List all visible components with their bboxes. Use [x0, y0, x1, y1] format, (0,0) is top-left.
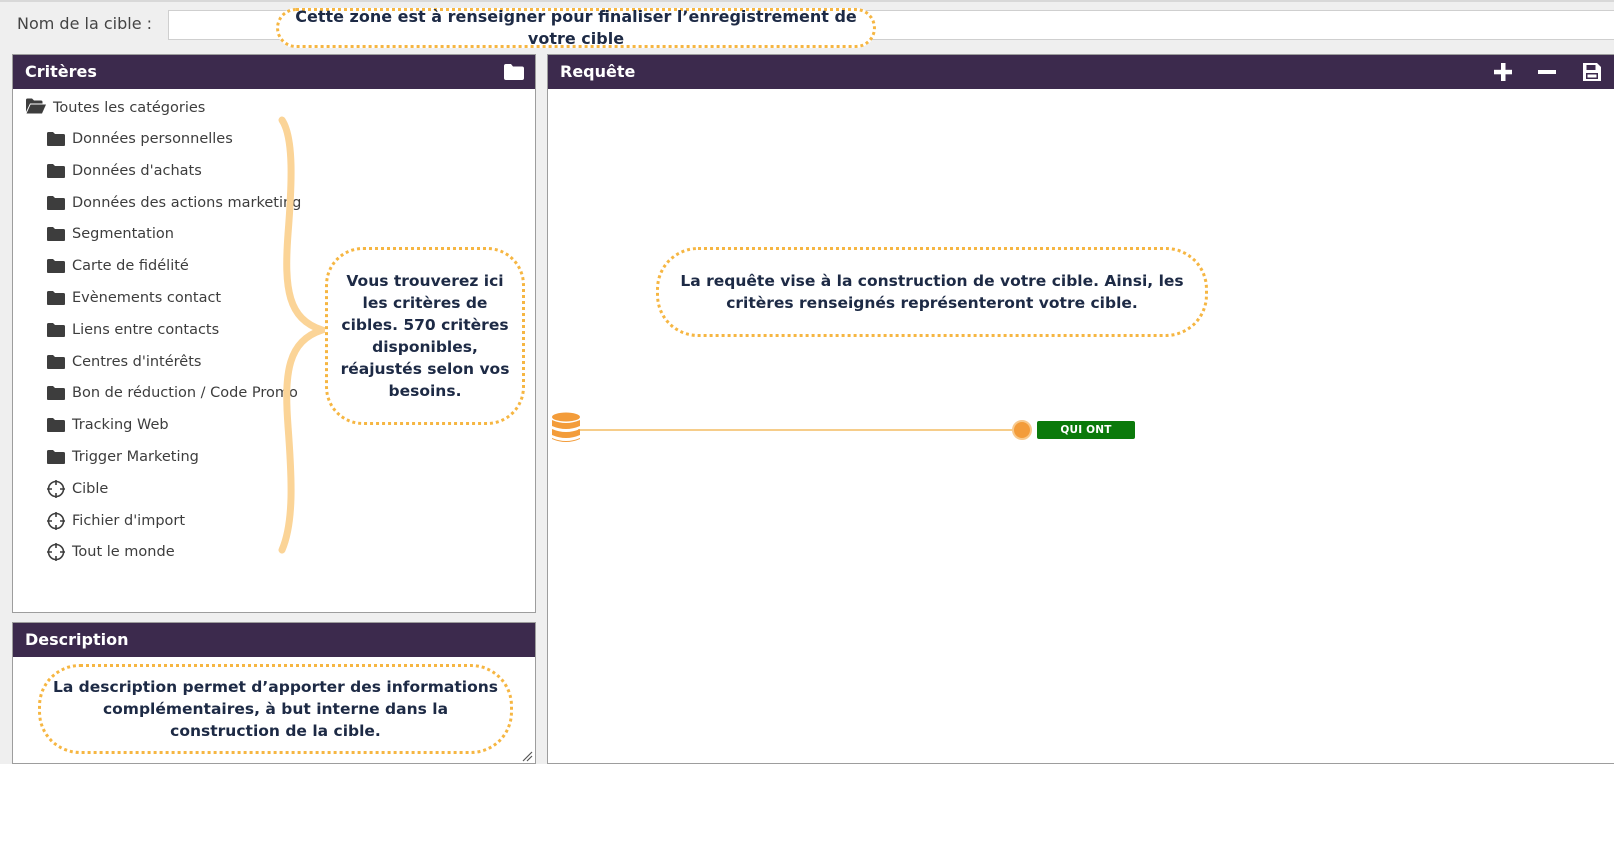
folder-icon [46, 354, 66, 370]
criteria-panel-header: Critères [13, 55, 535, 89]
remove-icon[interactable] [1536, 61, 1558, 87]
tree-item[interactable]: Données personnelles [46, 128, 233, 150]
qui-ont-badge[interactable]: QUI ONT [1037, 421, 1135, 439]
description-panel-title: Description [25, 630, 129, 649]
folder-icon [46, 385, 66, 401]
tree-item-label: Bon de réduction / Code Promo [72, 385, 298, 401]
tree-item-label: Données d'achats [72, 163, 202, 179]
query-panel-header: Requête [548, 55, 1614, 89]
tree-item-label: Centres d'intérêts [72, 354, 202, 370]
description-hint-callout: La description permet d’apporter des inf… [38, 664, 513, 754]
top-divider [0, 0, 1614, 2]
folder-icon [46, 258, 66, 274]
description-panel-header: Description [13, 623, 535, 657]
folder-icon [46, 449, 66, 465]
name-hint-callout: Cette zone est à renseigner pour finalis… [276, 7, 876, 48]
tree-item-label: Données des actions marketing [72, 195, 302, 211]
tree-item[interactable]: Données d'achats [46, 160, 202, 182]
tree-item[interactable]: Evènements contact [46, 287, 221, 309]
crosshair-icon [46, 479, 66, 499]
tree-item-label: Tracking Web [72, 417, 169, 433]
folder-icon [46, 163, 66, 179]
folder-icon [46, 226, 66, 242]
tree-item[interactable]: Fichier d'import [46, 510, 185, 532]
save-icon[interactable] [1581, 61, 1603, 87]
tree-item[interactable]: Centres d'intérêts [46, 351, 201, 373]
criteria-hint-callout: Vous trouverez ici les critères de cible… [325, 247, 525, 425]
folder-icon [46, 322, 66, 338]
folder-open-icon [25, 98, 47, 118]
tree-item[interactable]: Segmentation [46, 223, 174, 245]
folder-icon [46, 195, 66, 211]
tree-item-label: Fichier d'import [72, 513, 186, 529]
tree-item-label: Cible [72, 481, 109, 497]
tree-root-label: Toutes les catégories [53, 100, 206, 116]
tree-item[interactable]: Bon de réduction / Code Promo [46, 382, 298, 404]
query-node[interactable] [1012, 420, 1032, 440]
folder-icon [46, 290, 66, 306]
tree-item-label: Segmentation [72, 226, 174, 242]
tree-item-label: Trigger Marketing [72, 449, 199, 465]
query-panel-title: Requête [560, 62, 636, 81]
query-hint-callout: La requête vise à la construction de vot… [656, 247, 1208, 337]
crosshair-icon [46, 511, 66, 531]
query-panel: Requête [547, 54, 1614, 764]
folder-icon [46, 417, 66, 433]
database-icon[interactable] [551, 412, 581, 448]
tree-item-label: Données personnelles [72, 131, 233, 147]
folder-icon [46, 131, 66, 147]
tree-item[interactable]: Cible [46, 478, 108, 500]
tree-item[interactable]: Carte de fidélité [46, 255, 189, 277]
tree-item[interactable]: Tout le monde [46, 541, 175, 563]
folder-icon[interactable] [503, 63, 525, 81]
query-connector-line [578, 429, 1020, 431]
criteria-brace [278, 116, 330, 554]
tree-item-label: Carte de fidélité [72, 258, 189, 274]
resize-grip-icon[interactable] [521, 747, 533, 764]
tree-item-label: Evènements contact [72, 290, 222, 306]
add-icon[interactable] [1492, 61, 1514, 87]
tree-item[interactable]: Liens entre contacts [46, 319, 219, 341]
tree-item-label: Tout le monde [72, 544, 175, 560]
tree-item[interactable]: Tracking Web [46, 414, 169, 436]
tree-root-all-categories[interactable]: Toutes les catégories [25, 97, 205, 119]
crosshair-icon [46, 542, 66, 562]
tree-item-label: Liens entre contacts [72, 322, 220, 338]
target-name-label: Nom de la cible : [17, 14, 153, 33]
tree-item[interactable]: Données des actions marketing [46, 192, 301, 214]
tree-item[interactable]: Trigger Marketing [46, 446, 199, 468]
target-editor-screen: Nom de la cible : Critères Toutes les ca… [0, 0, 1614, 764]
criteria-panel-title: Critères [25, 62, 97, 81]
